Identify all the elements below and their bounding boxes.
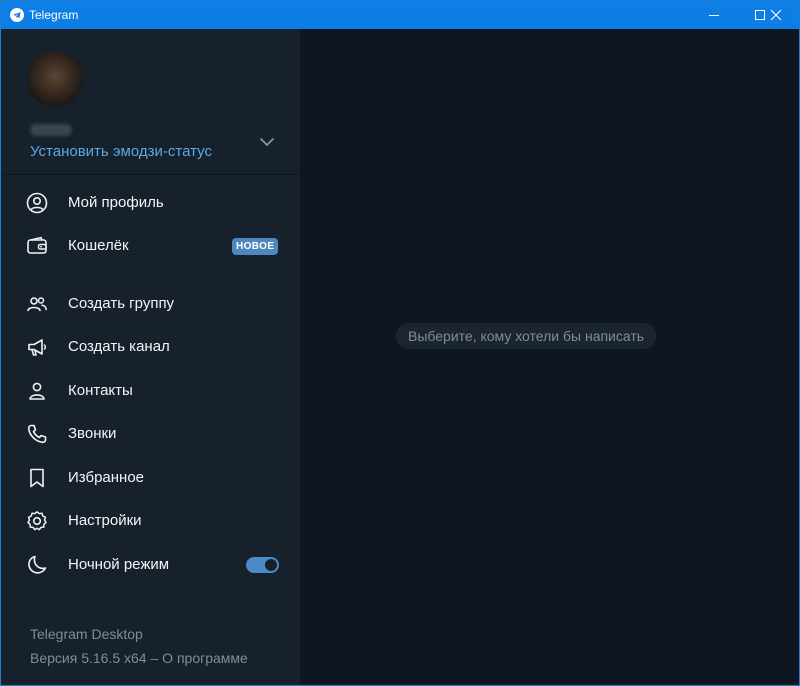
about-link[interactable]: О программе xyxy=(162,650,248,666)
menu-item-wallet[interactable]: Кошелёк НОВОЕ xyxy=(1,225,300,267)
menu-item-label: Кошелёк xyxy=(68,237,129,254)
divider xyxy=(1,174,300,175)
menu-item-settings[interactable]: Настройки xyxy=(1,500,300,542)
menu-item-label: Звонки xyxy=(68,425,117,442)
close-icon xyxy=(770,9,782,21)
new-badge: НОВОЕ xyxy=(232,238,279,255)
menu-item-label: Настройки xyxy=(68,512,142,529)
megaphone-icon xyxy=(28,339,47,356)
title-bar[interactable]: Telegram xyxy=(1,1,799,29)
minimize-button[interactable] xyxy=(691,1,737,29)
avatar[interactable] xyxy=(27,51,83,107)
toggle-knob xyxy=(263,557,279,573)
minimize-icon xyxy=(709,15,719,16)
menu-item-label: Избранное xyxy=(68,469,145,486)
menu-item-label: Создать группу xyxy=(68,295,175,312)
menu-item-create-group[interactable]: Создать группу xyxy=(1,283,300,325)
night-mode-toggle[interactable] xyxy=(246,557,279,573)
menu-item-contacts[interactable]: Контакты xyxy=(1,370,300,412)
select-chat-placeholder: Выберите, кому хотели бы написать xyxy=(396,323,657,349)
menu-item-label: Контакты xyxy=(68,382,133,399)
group-icon xyxy=(27,297,47,312)
window-title: Telegram xyxy=(29,8,79,22)
app-name: Telegram Desktop xyxy=(30,626,143,642)
version-info: Версия 5.16.5 x64 – О программе xyxy=(30,650,248,666)
chat-area: Выберите, кому хотели бы написать xyxy=(300,29,799,685)
menu-item-calls[interactable]: Звонки xyxy=(1,413,300,455)
moon-icon xyxy=(28,555,47,574)
set-emoji-status-link[interactable]: Установить эмодзи-статус xyxy=(30,143,212,160)
gear-icon xyxy=(27,511,47,531)
phone-icon xyxy=(27,424,47,444)
version-label: Версия 5.16.5 x64 xyxy=(30,650,147,666)
wallet-icon xyxy=(27,236,47,254)
telegram-logo-icon xyxy=(10,8,24,22)
menu-item-label: Ночной режим xyxy=(68,556,170,573)
close-button[interactable] xyxy=(753,1,799,29)
menu-item-saved-messages[interactable]: Избранное xyxy=(1,457,300,499)
blurred-user-name xyxy=(30,124,72,136)
menu-item-my-profile[interactable]: Мой профиль xyxy=(1,182,300,224)
version-separator: – xyxy=(146,650,163,666)
bookmark-icon xyxy=(30,468,44,488)
menu-item-create-channel[interactable]: Создать канал xyxy=(1,326,300,368)
menu-item-label: Мой профиль xyxy=(68,194,164,211)
telegram-window: Telegram Установить эмодзи-статус Мой пр… xyxy=(0,0,800,686)
chevron-down-icon[interactable] xyxy=(259,135,275,149)
user-circle-icon xyxy=(26,192,48,214)
person-icon xyxy=(29,382,45,400)
menu-item-night-mode[interactable]: Ночной режим xyxy=(1,544,300,586)
sidebar-menu: Установить эмодзи-статус Мой профиль Кош… xyxy=(1,29,300,685)
menu-item-label: Создать канал xyxy=(68,338,170,355)
